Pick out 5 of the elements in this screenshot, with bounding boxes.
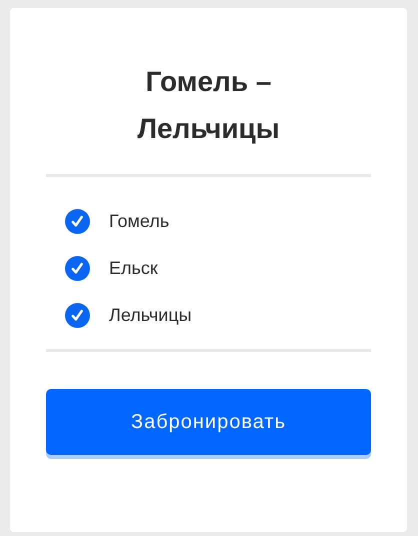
stop-name: Гомель xyxy=(109,210,170,232)
book-button[interactable]: Забронировать xyxy=(46,389,371,455)
stop-name: Лельчицы xyxy=(109,304,192,326)
route-title: Гомель – Лельчицы xyxy=(136,65,281,146)
stop-name: Ельск xyxy=(109,258,158,278)
